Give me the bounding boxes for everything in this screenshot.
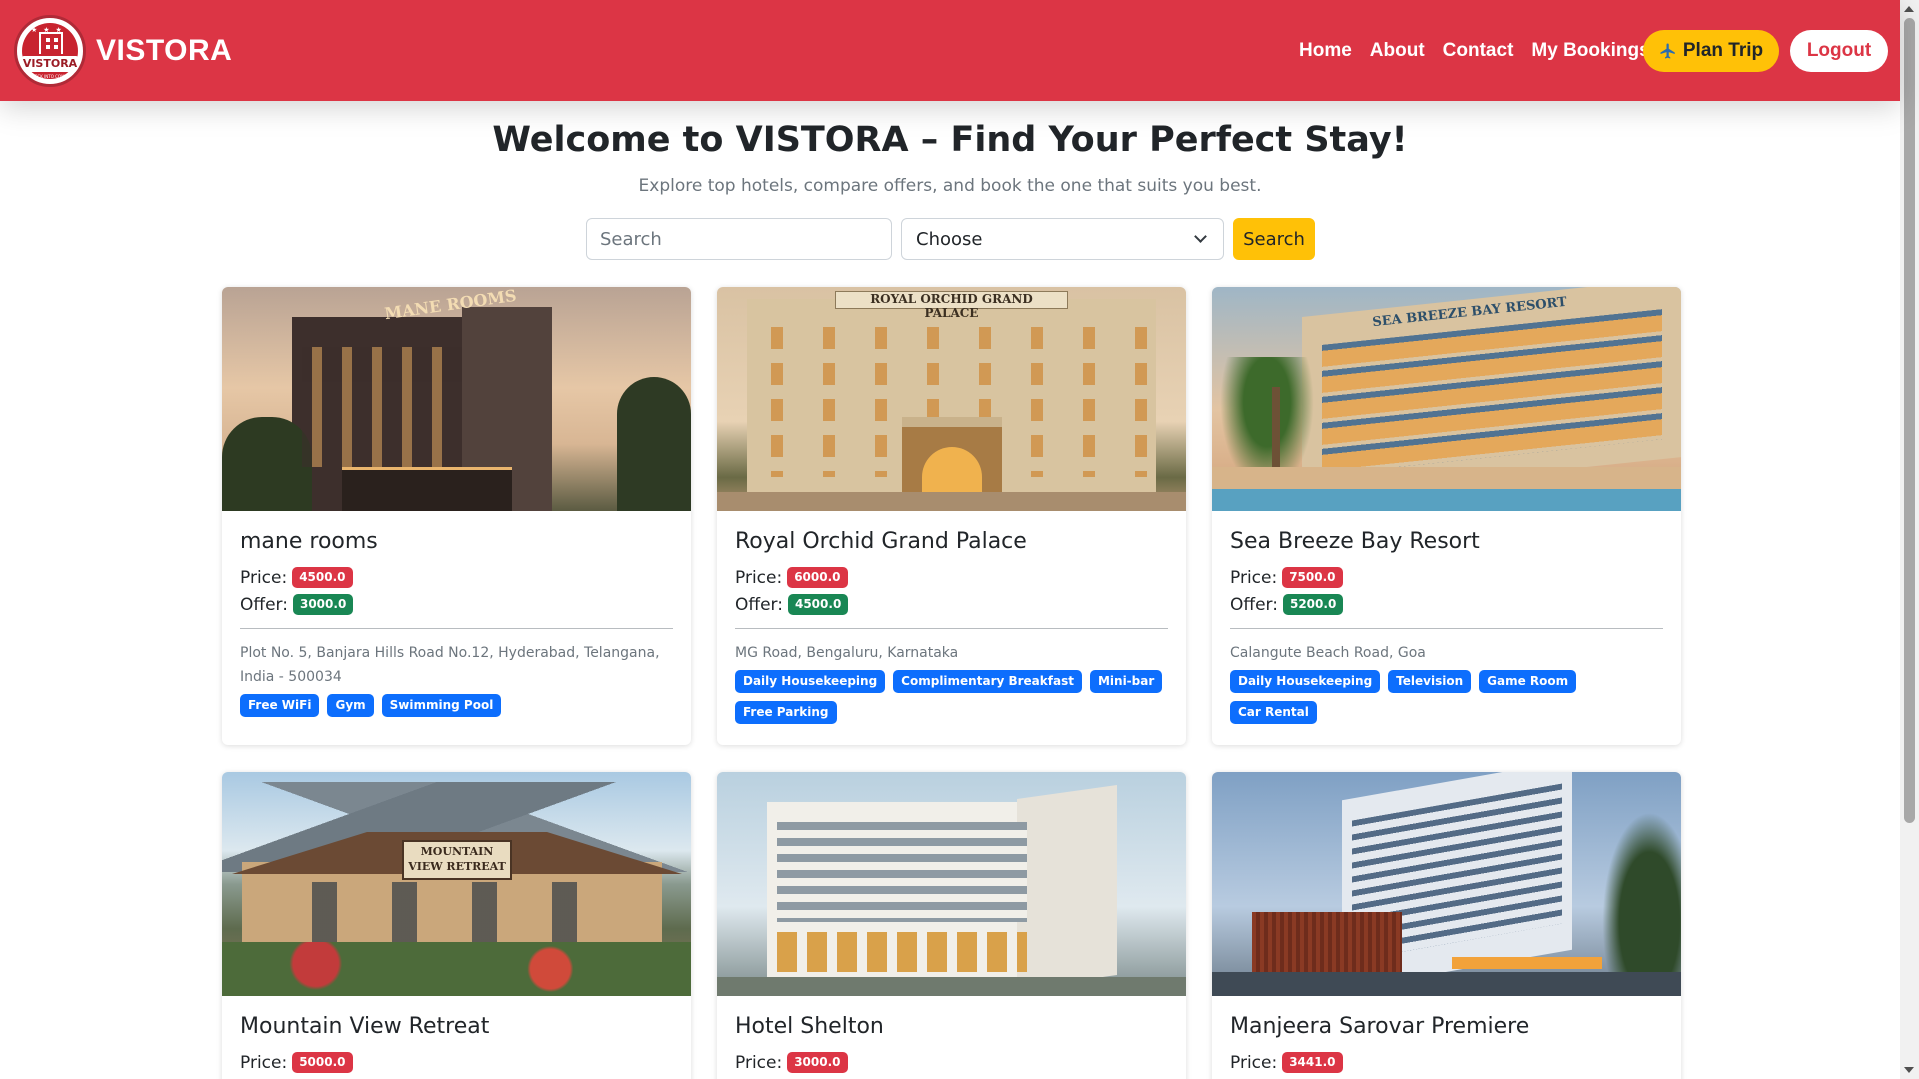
price-badge: 4500.0 <box>292 567 353 588</box>
price-row: Price: 4500.0 <box>240 564 673 591</box>
hotel-name[interactable]: Mountain View Retreat <box>240 1014 673 1039</box>
amenity-badge: Complimentary Breakfast <box>893 670 1082 693</box>
offer-row: Offer: 5200.0 <box>1230 591 1663 618</box>
offer-label: Offer: <box>240 594 288 615</box>
hotel-card[interactable]: Manjeera Sarovar Premiere Price: 3441.0 <box>1212 772 1681 1079</box>
price-label: Price: <box>735 1052 783 1073</box>
divider <box>1230 628 1663 629</box>
plan-trip-button[interactable]: Plan Trip <box>1643 30 1779 72</box>
price-label: Price: <box>240 567 288 588</box>
nav-links: Home About Contact My Bookings <box>1290 0 1659 101</box>
amenity-badge: Daily Housekeeping <box>735 670 886 693</box>
scrollbar[interactable] <box>1900 0 1919 1079</box>
divider <box>735 628 1168 629</box>
price-label: Price: <box>1230 1052 1278 1073</box>
price-row: Price: 3441.0 <box>1230 1049 1663 1076</box>
logout-button[interactable]: Logout <box>1790 30 1888 72</box>
hotel-sign: MOUNTAIN VIEW RETREAT <box>408 845 506 873</box>
offer-label: Offer: <box>735 594 783 615</box>
price-badge: 7500.0 <box>1282 567 1343 588</box>
nav-link-about[interactable]: About <box>1361 40 1434 62</box>
offer-badge: 3000.0 <box>292 594 354 615</box>
hotel-card[interactable]: MOUNTAIN VIEW RETREAT Mountain View Retr… <box>222 772 691 1079</box>
price-badge: 5000.0 <box>292 1052 353 1073</box>
amenity-list: Free WiFi Gym Swimming Pool <box>240 694 673 717</box>
amenity-badge: Free Parking <box>735 701 837 724</box>
hotel-image: MANE ROOMS <box>222 287 691 511</box>
amenity-list: Daily Housekeeping Complimentary Breakfa… <box>735 670 1168 724</box>
price-row: Price: 6000.0 <box>735 564 1168 591</box>
hotel-name[interactable]: mane rooms <box>240 529 673 554</box>
page-title: Welcome to VISTORA – Find Your Perfect S… <box>492 120 1408 160</box>
category-select[interactable]: Choose <box>901 218 1224 260</box>
price-row: Price: 7500.0 <box>1230 564 1663 591</box>
hotel-card[interactable]: MANE ROOMS mane rooms Price: 4500.0 Offe… <box>222 287 691 745</box>
hotel-image: ROYAL ORCHID GRAND PALACE <box>717 287 1186 511</box>
amenity-badge: Television <box>1388 670 1472 693</box>
offer-badge: 5200.0 <box>1282 594 1344 615</box>
scroll-down-icon[interactable] <box>1904 1067 1914 1073</box>
price-label: Price: <box>1230 567 1278 588</box>
brand-logo[interactable]: ★★★ VISTORA CHECK INTO COMFORT <box>14 14 86 87</box>
amenity-badge: Mini-bar <box>1089 670 1163 693</box>
hotel-address: Plot No. 5, Banjara Hills Road No.12, Hy… <box>240 645 660 685</box>
nav-link-contact[interactable]: Contact <box>1434 40 1523 62</box>
select-value: Choose <box>916 228 983 250</box>
hotel-image: MOUNTAIN VIEW RETREAT <box>222 772 691 996</box>
chevron-down-icon <box>1194 230 1207 243</box>
offer-row: Offer: 4500.0 <box>735 591 1168 618</box>
price-label: Price: <box>735 567 783 588</box>
price-row: Price: 5000.0 <box>240 1049 673 1076</box>
price-label: Price: <box>240 1052 288 1073</box>
amenity-badge: Swimming Pool <box>381 694 502 717</box>
scroll-up-icon[interactable] <box>1904 6 1914 12</box>
plan-trip-label: Plan Trip <box>1682 40 1764 61</box>
amenity-badge: Daily Housekeeping <box>1230 670 1381 693</box>
price-row: Price: 3000.0 <box>735 1049 1168 1076</box>
search-button[interactable]: Search <box>1233 218 1315 260</box>
hotel-name[interactable]: Hotel Shelton <box>735 1014 1168 1039</box>
hotel-name[interactable]: Sea Breeze Bay Resort <box>1230 529 1663 554</box>
price-badge: 3000.0 <box>787 1052 848 1073</box>
amenity-badge: Car Rental <box>1230 701 1317 724</box>
divider <box>240 628 673 629</box>
page-subtitle: Explore top hotels, compare offers, and … <box>638 176 1262 196</box>
price-badge: 6000.0 <box>787 567 848 588</box>
amenity-list: Daily Housekeeping Television Game Room … <box>1230 670 1663 724</box>
hotel-card[interactable]: SEA BREEZE BAY RESORT Sea Breeze Bay Res… <box>1212 287 1681 745</box>
amenity-badge: Free WiFi <box>240 694 320 717</box>
nav-link-my-bookings[interactable]: My Bookings <box>1522 40 1658 62</box>
offer-badge: 4500.0 <box>787 594 849 615</box>
airplane-icon <box>1660 43 1675 59</box>
hotel-image: SEA BREEZE BAY RESORT <box>1212 287 1681 511</box>
scroll-thumb[interactable] <box>1904 18 1915 823</box>
hotel-sign: ROYAL ORCHID GRAND PALACE <box>870 292 1033 320</box>
hotel-address: MG Road, Bengaluru, Karnataka <box>735 645 959 661</box>
amenity-badge: Game Room <box>1479 670 1577 693</box>
price-badge: 3441.0 <box>1282 1052 1343 1073</box>
hotel-image <box>717 772 1186 996</box>
offer-row: Offer: 3000.0 <box>240 591 673 618</box>
search-input[interactable] <box>586 218 892 260</box>
amenity-badge: Gym <box>327 694 374 717</box>
brand-name[interactable]: VISTORA <box>96 34 232 68</box>
hotel-card[interactable]: ROYAL ORCHID GRAND PALACE Royal Orchid G… <box>717 287 1186 745</box>
hotel-image <box>1212 772 1681 996</box>
hotel-name[interactable]: Royal Orchid Grand Palace <box>735 529 1168 554</box>
hotel-card[interactable]: Hotel Shelton Price: 3000.0 <box>717 772 1186 1079</box>
hotel-name[interactable]: Manjeera Sarovar Premiere <box>1230 1014 1663 1039</box>
nav-link-home[interactable]: Home <box>1290 40 1361 62</box>
hotel-address: Calangute Beach Road, Goa <box>1230 645 1426 661</box>
offer-label: Offer: <box>1230 594 1278 615</box>
